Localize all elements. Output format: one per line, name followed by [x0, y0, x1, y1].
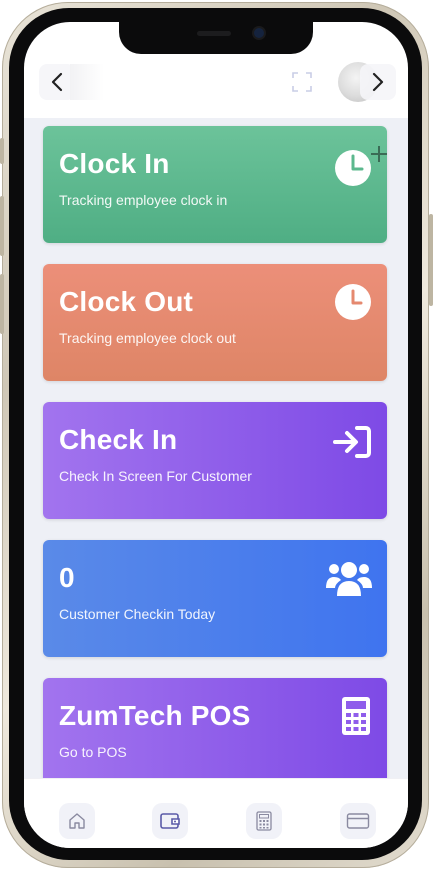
phone-side-button	[0, 196, 4, 256]
phone-side-button	[429, 214, 433, 306]
wallet-icon	[160, 813, 180, 829]
camera	[254, 28, 264, 38]
top-bar	[24, 58, 408, 118]
check-in-card[interactable]: Check In Check In Screen For Customer	[43, 402, 387, 519]
card-subtitle: Tracking employee clock in	[59, 192, 228, 208]
phone-notch	[119, 22, 313, 54]
card-subtitle: Customer Checkin Today	[59, 606, 216, 622]
tab-wallet[interactable]	[152, 803, 188, 839]
customer-checkin-card[interactable]: 0 Customer Checkin Today	[43, 540, 387, 657]
card-title: Clock In	[59, 148, 170, 179]
tab-calculator[interactable]	[246, 803, 282, 839]
dashboard-content: Clock In Tracking employee clock in Cloc…	[24, 118, 408, 778]
card-title: ZumTech POS	[59, 700, 251, 731]
clock-in-card[interactable]: Clock In Tracking employee clock in	[43, 126, 387, 243]
card-subtitle: Check In Screen For Customer	[59, 468, 252, 484]
card-subtitle: Go to POS	[59, 744, 127, 760]
blurred-element	[70, 64, 104, 100]
customer-count: 0	[59, 562, 75, 593]
tab-home[interactable]	[59, 803, 95, 839]
clock-plus-icon	[335, 146, 387, 186]
tab-card[interactable]	[340, 803, 376, 839]
forward-button[interactable]	[360, 64, 396, 100]
card-title: Check In	[59, 424, 178, 455]
fullscreen-icon[interactable]	[292, 72, 312, 92]
card-icon	[346, 813, 370, 829]
pos-card[interactable]: ZumTech POS Go to POS	[43, 678, 387, 778]
chevron-left-icon	[51, 72, 63, 92]
clock-out-card[interactable]: Clock Out Tracking employee clock out	[43, 264, 387, 381]
home-icon	[69, 813, 85, 829]
users-icon	[326, 562, 372, 596]
chevron-right-icon	[372, 72, 384, 92]
bottom-tab-bar	[24, 778, 408, 848]
sign-in-icon	[333, 426, 371, 458]
calculator-icon	[256, 811, 272, 831]
card-title: Clock Out	[59, 286, 194, 317]
card-subtitle: Tracking employee clock out	[59, 330, 236, 346]
phone-side-button	[0, 138, 4, 164]
app-screen: Clock In Tracking employee clock in Cloc…	[24, 22, 408, 848]
clock-icon	[335, 284, 371, 320]
speaker	[197, 31, 231, 36]
phone-side-button	[0, 274, 4, 334]
calculator-icon	[342, 697, 370, 735]
